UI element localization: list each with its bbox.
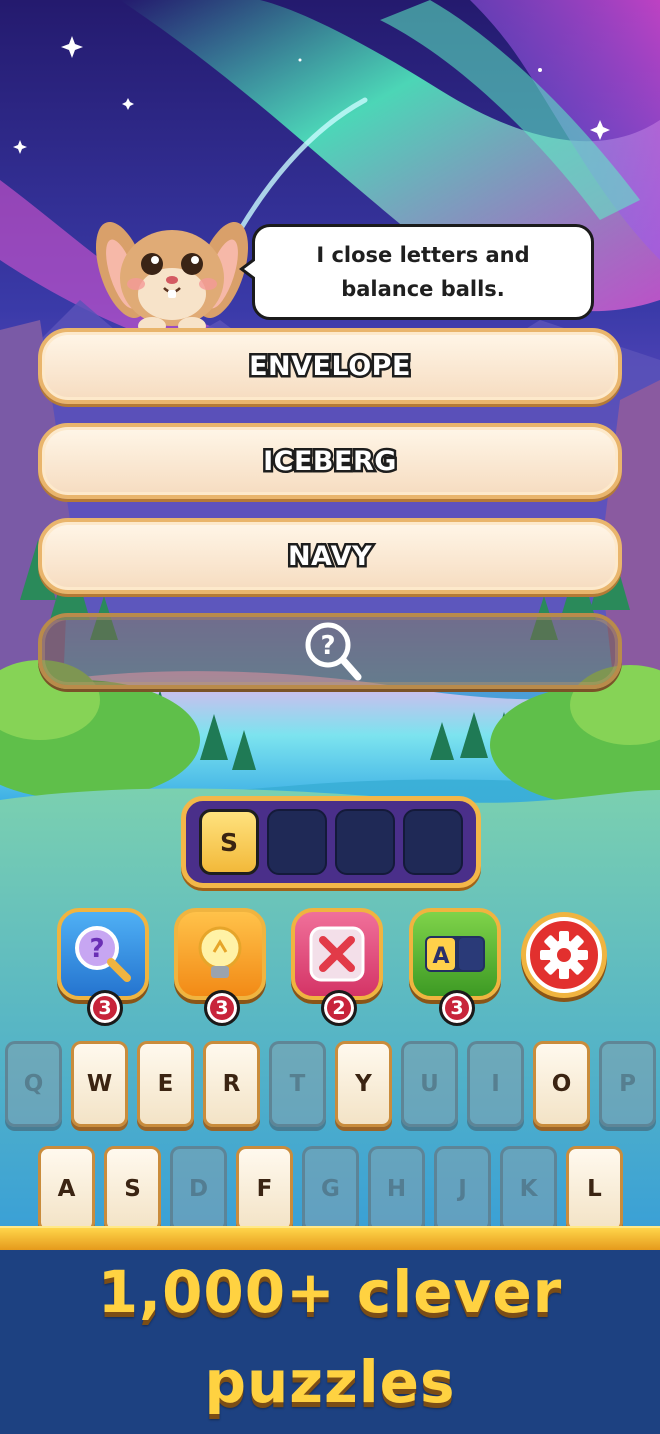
- magnifier-question-icon: ?: [305, 622, 362, 681]
- svg-text:?: ?: [89, 934, 104, 964]
- key-i[interactable]: I: [467, 1041, 524, 1127]
- reveal-hint-button[interactable]: ? 3: [57, 908, 149, 1026]
- answer-bar-hidden[interactable]: ?: [38, 613, 622, 689]
- key-p[interactable]: P: [599, 1041, 656, 1127]
- key-l[interactable]: L: [566, 1146, 623, 1232]
- letter-slot[interactable]: [267, 809, 327, 875]
- key-t[interactable]: T: [269, 1041, 326, 1127]
- gear-icon: [526, 917, 602, 993]
- key-k[interactable]: K: [500, 1146, 557, 1232]
- answer-bar-2: ICEBERG: [38, 423, 622, 499]
- key-a[interactable]: A: [38, 1146, 95, 1232]
- key-q[interactable]: Q: [5, 1041, 62, 1127]
- letter-a-icon: A: [425, 936, 485, 972]
- answer-text: ENVELOPE: [247, 348, 413, 384]
- key-s[interactable]: S: [104, 1146, 161, 1232]
- letter-reveal-button[interactable]: A 3: [409, 908, 501, 1026]
- lightbulb-icon: [198, 926, 242, 978]
- answer-bar-1: ENVELOPE: [38, 328, 622, 404]
- x-mark-icon: [309, 926, 365, 982]
- answer-bar-3: NAVY: [38, 518, 622, 594]
- key-w[interactable]: W: [71, 1041, 128, 1127]
- answer-letter-slots: S: [181, 796, 481, 888]
- remove-letters-button[interactable]: 2: [291, 908, 383, 1026]
- powerup-count-badge: 3: [87, 990, 123, 1026]
- banner-divider: [0, 1226, 660, 1250]
- bunny-mascot-icon: [92, 208, 252, 335]
- powerup-count-badge: 3: [204, 990, 240, 1026]
- key-r[interactable]: R: [203, 1041, 260, 1127]
- lightbulb-hint-button[interactable]: 3: [174, 908, 266, 1026]
- key-g[interactable]: G: [302, 1146, 359, 1232]
- magnifier-question-icon: ?: [75, 926, 131, 982]
- letter-slot[interactable]: [403, 809, 463, 875]
- clue-text: I close letters and balance balls.: [316, 243, 530, 301]
- key-e[interactable]: E: [137, 1041, 194, 1127]
- key-h[interactable]: H: [368, 1146, 425, 1232]
- key-y[interactable]: Y: [335, 1041, 392, 1127]
- speech-bubble: I close letters and balance balls.: [239, 224, 594, 320]
- answer-text: ICEBERG: [261, 443, 399, 479]
- letter-slot[interactable]: [335, 809, 395, 875]
- svg-text:A: A: [432, 944, 449, 969]
- key-d[interactable]: D: [170, 1146, 227, 1232]
- key-o[interactable]: O: [533, 1041, 590, 1127]
- powerup-count-badge: 3: [439, 990, 475, 1026]
- answer-text: NAVY: [285, 538, 374, 574]
- powerup-count-badge: 2: [321, 990, 357, 1026]
- settings-button[interactable]: [521, 912, 607, 998]
- promo-headline: 1,000+ clever: [97, 1258, 563, 1326]
- svg-text:?: ?: [320, 631, 335, 661]
- key-u[interactable]: U: [401, 1041, 458, 1127]
- promo-subline: puzzles: [204, 1348, 456, 1416]
- letter-slot[interactable]: S: [199, 809, 259, 875]
- key-j[interactable]: J: [434, 1146, 491, 1232]
- key-f[interactable]: F: [236, 1146, 293, 1232]
